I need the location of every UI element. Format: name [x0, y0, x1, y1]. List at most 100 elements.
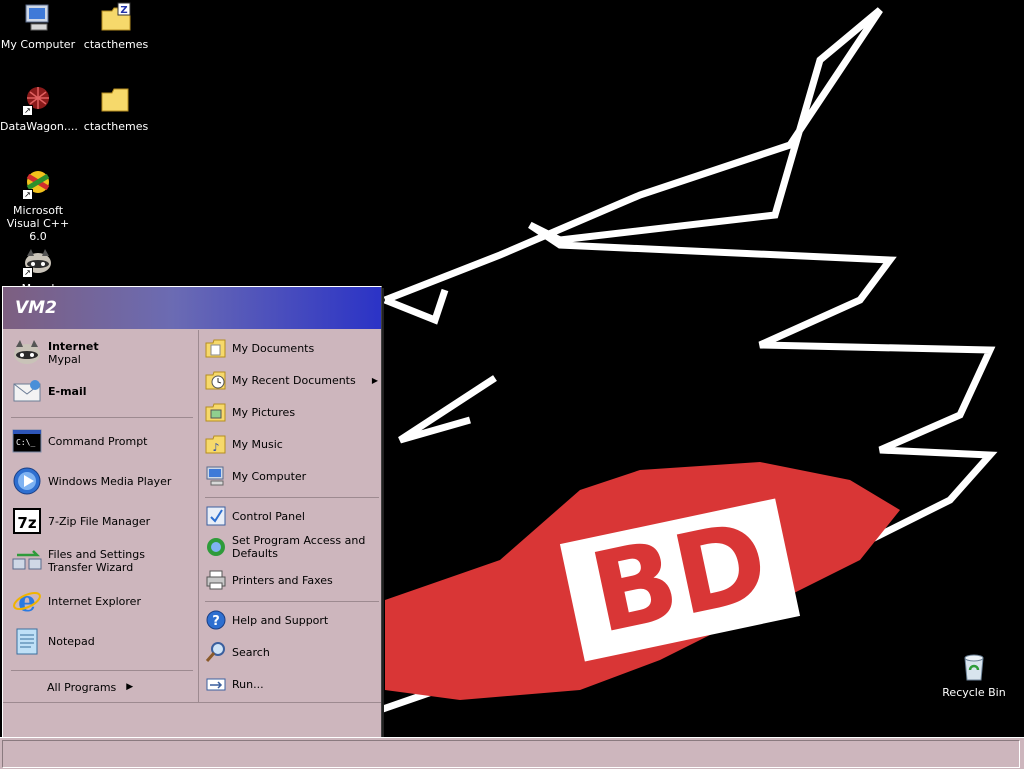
- right-label: My Recent Documents: [232, 373, 356, 387]
- folder-icon: [100, 84, 132, 116]
- documents-folder-icon: [205, 337, 227, 359]
- desktop-icon-my-computer[interactable]: My Computer: [0, 2, 76, 51]
- pinned-internet[interactable]: Internet Mypal: [11, 336, 191, 370]
- right-label: Printers and Faxes: [232, 573, 333, 587]
- right-separator: [205, 497, 379, 498]
- desktop-icon-label: ctacthemes: [83, 120, 149, 133]
- right-label: My Pictures: [232, 405, 296, 419]
- search-icon: [205, 641, 227, 663]
- help-icon: ?: [205, 609, 227, 631]
- program-defaults-icon: [205, 536, 227, 558]
- desktop-icon-label: Microsoft Visual C++ 6.0: [6, 204, 70, 243]
- left-separator: [11, 670, 193, 671]
- ie-icon: e: [11, 585, 43, 618]
- recent-documents-icon: [205, 369, 227, 391]
- shortcut-arrow-icon: ↗: [22, 267, 33, 278]
- right-program-defaults[interactable]: Set Program Access and Defaults: [205, 530, 380, 564]
- zip-folder-icon: Z: [100, 2, 132, 34]
- arrow-right-icon: ▶: [126, 682, 134, 692]
- desktop-icon-label: ctacthemes: [83, 38, 149, 51]
- svg-text:7z: 7z: [17, 514, 36, 532]
- recent-label: Files and Settings Transfer Wizard: [48, 548, 145, 574]
- recent-internet-explorer[interactable]: e Internet Explorer: [11, 584, 191, 618]
- all-programs-label: All Programs: [47, 680, 117, 694]
- start-menu-footer: [3, 702, 381, 738]
- start-menu-header: VM2: [3, 287, 381, 329]
- right-my-recent-documents[interactable]: My Recent Documents ▶: [205, 368, 380, 392]
- recent-7zip[interactable]: 7z 7-Zip File Manager: [11, 504, 191, 538]
- recent-label: Windows Media Player: [48, 474, 172, 488]
- desktop-icon-label: Recycle Bin: [942, 686, 1006, 699]
- notepad-icon: [11, 625, 43, 657]
- start-menu-right-column: My Documents My Recent Documents ▶ My Pi…: [198, 330, 382, 702]
- pinned-email[interactable]: E-mail: [11, 374, 191, 408]
- recent-windows-media-player[interactable]: Windows Media Player: [11, 464, 191, 498]
- desktop-icon-recycle-bin[interactable]: Recycle Bin: [936, 650, 1012, 699]
- computer-icon: [205, 465, 227, 487]
- svg-text:♪: ♪: [212, 441, 219, 454]
- svg-text:e: e: [18, 585, 36, 617]
- media-player-icon: [11, 465, 43, 497]
- visual-cpp-icon: ↗: [22, 168, 54, 200]
- music-folder-icon: ♪: [205, 433, 227, 455]
- run-icon: [205, 673, 227, 695]
- pinned-title: E-mail: [48, 384, 87, 398]
- right-my-documents[interactable]: My Documents: [205, 336, 380, 360]
- datawagon-icon: ↗: [22, 84, 54, 116]
- raccoon-icon: [11, 337, 43, 369]
- right-separator: [205, 601, 379, 602]
- svg-text:Z: Z: [120, 5, 127, 16]
- right-my-computer[interactable]: My Computer: [205, 464, 380, 488]
- right-label: My Music: [232, 437, 283, 451]
- shortcut-arrow-icon: ↗: [22, 105, 33, 116]
- recycle-bin-icon: [958, 650, 990, 682]
- start-menu: VM2 Internet Mypal E-mail C:\_ Command Pr…: [2, 286, 382, 738]
- right-printers-faxes[interactable]: Printers and Faxes: [205, 568, 380, 592]
- computer-icon: [22, 2, 54, 34]
- right-search[interactable]: Search: [205, 640, 380, 664]
- right-my-music[interactable]: ♪ My Music: [205, 432, 380, 456]
- right-label: Run...: [232, 677, 264, 691]
- control-panel-icon: [205, 505, 227, 527]
- right-label: Help and Support: [232, 613, 329, 627]
- right-label: Control Panel: [232, 509, 305, 523]
- right-label: My Computer: [232, 469, 307, 483]
- pinned-title: Internet: [48, 340, 99, 353]
- pictures-folder-icon: [205, 401, 227, 423]
- desktop-icon-ctacthemes-folder[interactable]: ctacthemes: [78, 84, 154, 133]
- desktop-icon-visual-cpp[interactable]: ↗ Microsoft Visual C++ 6.0: [0, 168, 76, 243]
- recent-command-prompt[interactable]: C:\_ Command Prompt: [11, 424, 191, 458]
- printer-icon: [205, 569, 227, 591]
- right-my-pictures[interactable]: My Pictures: [205, 400, 380, 424]
- raccoon-icon: ↗: [22, 246, 54, 278]
- mail-icon: [11, 375, 43, 407]
- right-label: Search: [232, 645, 270, 659]
- user-name: VM2: [15, 298, 57, 318]
- shortcut-arrow-icon: ↗: [22, 189, 33, 200]
- recent-label: 7-Zip File Manager: [48, 514, 151, 528]
- right-run[interactable]: Run...: [205, 672, 380, 696]
- right-control-panel[interactable]: Control Panel: [205, 504, 380, 528]
- desktop-icon-label: DataWagon....: [0, 120, 78, 133]
- recent-notepad[interactable]: Notepad: [11, 624, 191, 658]
- taskbar-area[interactable]: [2, 740, 1020, 768]
- pinned-subtitle: Mypal: [48, 353, 81, 366]
- svg-text:?: ?: [212, 614, 220, 629]
- wallpaper-outline-spike: [398, 375, 497, 444]
- all-programs-button[interactable]: All Programs ▶: [47, 676, 187, 698]
- right-help-support[interactable]: ? Help and Support: [205, 608, 380, 632]
- recent-label: Internet Explorer: [48, 594, 141, 608]
- right-label: My Documents: [232, 341, 315, 355]
- transfer-wizard-icon: [11, 545, 43, 577]
- left-separator: [11, 417, 193, 418]
- arrow-right-icon: ▶: [371, 375, 378, 385]
- right-label: Set Program Access and Defaults: [232, 534, 366, 560]
- 7zip-icon: 7z: [11, 505, 43, 537]
- svg-text:C:\_: C:\_: [16, 438, 35, 447]
- desktop-icon-label: My Computer: [0, 38, 76, 51]
- desktop-icon-ctacthemes-zip[interactable]: Z ctacthemes: [78, 2, 154, 51]
- cmd-icon: C:\_: [11, 425, 43, 457]
- recent-label: Notepad: [48, 634, 95, 648]
- recent-transfer-wizard[interactable]: Files and Settings Transfer Wizard: [11, 544, 191, 578]
- desktop-icon-datawagon[interactable]: ↗ DataWagon....: [0, 84, 78, 133]
